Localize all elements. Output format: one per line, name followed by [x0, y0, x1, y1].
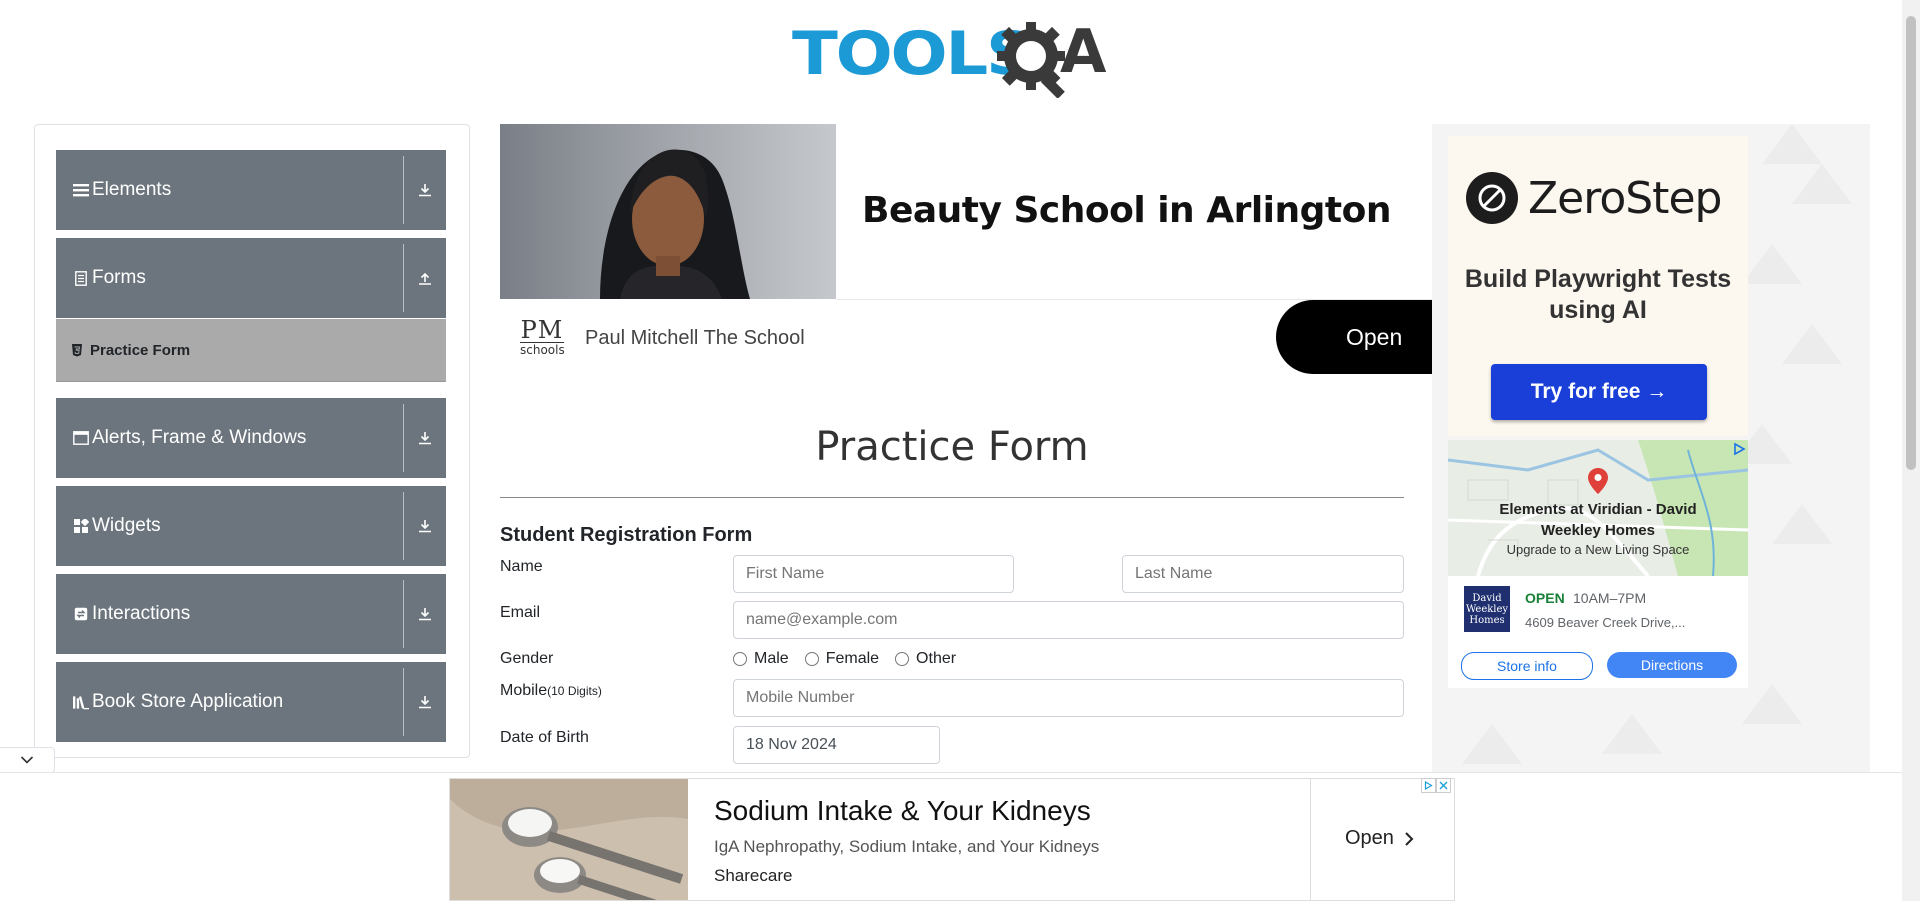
mobile-input[interactable]: [733, 679, 1404, 717]
hamburger-icon: [73, 182, 89, 198]
zerostep-ad[interactable]: ZeroStep Build Playwright Tests using AI…: [1448, 136, 1748, 436]
directions-button[interactable]: Directions: [1607, 652, 1737, 678]
page-title: Practice Form: [815, 424, 1089, 470]
sidebar-group-alerts[interactable]: Alerts, Frame & Windows: [56, 398, 446, 478]
sidebar-group-label: Alerts, Frame & Windows: [92, 427, 307, 448]
expand-icon: [404, 694, 446, 710]
expand-icon: [404, 182, 446, 198]
right-ad: ZeroStep Build Playwright Tests using AI…: [1432, 124, 1870, 774]
bottom-ad[interactable]: Sodium Intake & Your Kidneys IgA Nephrop…: [449, 778, 1455, 901]
david-weekley-logo: David Weekley Homes: [1464, 586, 1510, 632]
dob-label: Date of Birth: [500, 729, 589, 746]
mobile-label-text: Mobile: [500, 682, 548, 699]
expand-icon: [404, 430, 446, 446]
ad-advertiser[interactable]: Paul Mitchell The School: [585, 327, 805, 350]
scrollbar[interactable]: [1902, 0, 1920, 901]
gender-other-radio[interactable]: [895, 652, 910, 666]
chevron-right-icon: [1405, 831, 1414, 846]
zerostep-logo-icon: [1466, 172, 1518, 224]
form-subtitle: Student Registration Form: [500, 524, 753, 546]
banner-ad-title[interactable]: Beauty School in Arlington: [862, 190, 1392, 231]
divider: [500, 497, 1404, 498]
grid-icon: [73, 518, 89, 534]
bottom-ad-title[interactable]: Sodium Intake & Your Kidneys: [714, 795, 1091, 827]
sidebar-group-forms[interactable]: Forms: [56, 238, 446, 318]
expand-icon: [404, 518, 446, 534]
open-status: OPEN: [1525, 590, 1565, 606]
ad-open-button[interactable]: Open: [1276, 300, 1456, 374]
gender-female-label[interactable]: Female: [826, 650, 879, 668]
map-ad-subtitle: Upgrade to a New Living Space: [1506, 542, 1690, 557]
email-input[interactable]: [733, 601, 1404, 639]
sidebar-group-widgets[interactable]: Widgets: [56, 486, 446, 566]
gender-female-radio[interactable]: [804, 652, 819, 666]
gender-male-radio[interactable]: [733, 652, 747, 666]
banner-ad[interactable]: Beauty School in Arlington PM schools Pa…: [500, 124, 1456, 374]
gender-radio-group: Male Female Other: [733, 650, 972, 668]
zerostep-tagline: Build Playwright Tests using AI: [1464, 265, 1732, 325]
chevron-down-icon: [20, 756, 34, 764]
sidebar-group-book-store[interactable]: Book Store Application: [56, 662, 446, 742]
sidebar-group-label: Book Store Application: [92, 691, 284, 712]
bottom-ad-description: IgA Nephropathy, Sodium Intake, and Your…: [714, 837, 1100, 856]
sidebar-group-label: Forms: [92, 267, 146, 288]
store-hours: 10AM–7PM: [1573, 590, 1647, 606]
gender-male-label[interactable]: Male: [754, 650, 789, 668]
logo-line-2: schools: [520, 343, 565, 357]
email-label: Email: [500, 604, 541, 621]
divider: [1310, 779, 1311, 900]
try-for-free-button[interactable]: Try for free →: [1491, 364, 1707, 420]
map-ad-title: Elements at Viridian - David Weekley Hom…: [1499, 501, 1697, 539]
logo-line-1: PM: [520, 316, 564, 344]
html5-icon: [72, 344, 82, 357]
mobile-label: Mobile(10 Digits): [500, 682, 602, 700]
store-address: 4609 Beaver Creek Drive,...: [1525, 615, 1686, 630]
zerostep-logo: ZeroStep: [1466, 172, 1722, 224]
ad-photo: [450, 779, 688, 900]
last-name-input[interactable]: [1122, 555, 1404, 593]
sidebar-item-label: Practice Form: [90, 341, 191, 359]
zerostep-brand: ZeroStep: [1528, 172, 1722, 224]
sidebar-group-label: Widgets: [92, 515, 161, 536]
gender-label: Gender: [500, 650, 554, 667]
sidebar-group-label: Interactions: [92, 603, 191, 624]
pm-schools-logo: PM schools: [520, 316, 565, 358]
document-icon: [73, 270, 89, 286]
ad-photo: [500, 124, 836, 299]
books-icon: [73, 694, 89, 710]
store-info-button[interactable]: Store info: [1461, 652, 1593, 680]
mobile-hint: (10 Digits): [547, 684, 602, 698]
logo-text-a: A: [1060, 17, 1107, 87]
ad-choices-icon[interactable]: [1732, 442, 1746, 456]
sidebar-group-elements[interactable]: Elements: [56, 150, 446, 230]
first-name-input[interactable]: [733, 555, 1014, 593]
sidebar-group-interactions[interactable]: Interactions: [56, 574, 446, 654]
map-ad[interactable]: Elements at Viridian - David Weekley Hom…: [1448, 440, 1748, 688]
sidebar-item-practice-form[interactable]: Practice Form: [56, 319, 446, 382]
interaction-icon: [73, 606, 89, 622]
toolsqa-logo[interactable]: TOOLS A: [792, 14, 1114, 98]
window-icon: [73, 430, 89, 446]
bottom-ad-open-button[interactable]: Open: [1345, 827, 1414, 850]
collapse-icon: [404, 270, 446, 286]
sidebar-group-label: Elements: [92, 179, 172, 200]
expand-icon: [404, 606, 446, 622]
sidebar-accordion: Elements Forms Practice Form Alerts, Fra…: [34, 124, 470, 758]
map-pin-icon: [1588, 468, 1608, 494]
date-of-birth-input[interactable]: [733, 726, 940, 764]
close-icon[interactable]: [1436, 778, 1451, 793]
bottom-ad-open-label: Open: [1345, 827, 1394, 849]
bottom-ad-brand: Sharecare: [714, 866, 793, 885]
ad-collapse-button[interactable]: [0, 747, 55, 773]
ad-choices-icon[interactable]: [1421, 778, 1436, 793]
scrollbar-thumb[interactable]: [1906, 16, 1916, 470]
gender-other-label[interactable]: Other: [916, 650, 956, 668]
name-label: Name: [500, 558, 543, 575]
